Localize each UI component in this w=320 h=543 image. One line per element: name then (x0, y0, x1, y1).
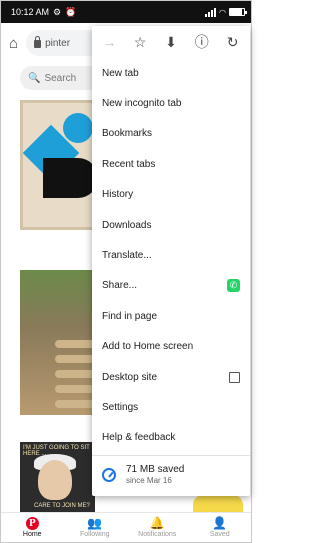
menu-icon-row: → ☆ ⬇ ⓘ ↻ (92, 26, 250, 58)
step-shape (55, 400, 95, 408)
info-icon[interactable]: ⓘ (190, 32, 214, 52)
data-saved-since: since Mar 16 (126, 476, 172, 486)
menu-item-share[interactable]: Share... ✆ (92, 271, 250, 301)
star-icon[interactable]: ☆ (128, 34, 152, 51)
person-icon: 👤 (212, 516, 228, 530)
alarm-icon: ⏰ (65, 6, 77, 17)
menu-item-new-incognito-tab[interactable]: New incognito tab (92, 88, 250, 118)
people-icon: 👥 (87, 516, 103, 530)
art-shape (63, 113, 92, 143)
menu-item-label: Translate... (102, 250, 152, 262)
battery-icon (229, 8, 247, 16)
menu-item-label: Desktop site (102, 371, 158, 383)
meme-caption: CARE TO JOIN ME? (34, 503, 90, 509)
home-icon[interactable]: ⌂ (9, 35, 18, 52)
menu-item-bookmarks[interactable]: Bookmarks (92, 119, 250, 149)
menu-item-settings[interactable]: Settings (92, 392, 250, 422)
art-shape (43, 158, 92, 198)
nav-following[interactable]: 👥 Following (67, 516, 122, 539)
menu-item-label: Help & feedback (102, 432, 176, 444)
menu-item-label: Recent tabs (102, 158, 156, 170)
menu-item-label: Share... (102, 280, 138, 292)
pin-abstract-art[interactable] (20, 100, 95, 230)
nav-label: Home (22, 531, 42, 538)
bell-icon: 🔔 (149, 516, 165, 530)
menu-item-label: Add to Home screen (102, 341, 194, 353)
menu-item-find-in-page[interactable]: Find in page (92, 301, 250, 331)
menu-item-label: Settings (102, 401, 139, 413)
menu-divider (92, 455, 250, 457)
step-shape (55, 355, 95, 363)
nav-saved[interactable]: 👤 Saved (192, 516, 247, 539)
wifi-icon: ◠ (219, 7, 226, 17)
search-placeholder: Search (44, 72, 77, 84)
refresh-icon[interactable]: ↻ (221, 34, 245, 51)
menu-item-label: Downloads (102, 219, 152, 231)
chrome-overflow-menu: → ☆ ⬇ ⓘ ↻ New tab New incognito tab Book… (92, 26, 250, 496)
bottom-nav: P Home 👥 Following 🔔 Notifications 👤 Sav… (1, 512, 251, 542)
menu-item-label: Bookmarks (102, 128, 153, 140)
pin-meme[interactable]: I'M JUST GOING TO SIT HERE ... CARE TO J… (20, 442, 95, 512)
cell-signal-icon (205, 7, 217, 17)
menu-item-label: Find in page (102, 310, 158, 322)
menu-item-translate[interactable]: Translate... (92, 240, 250, 270)
nav-label: Following (79, 531, 110, 538)
download-icon[interactable]: ⬇ (159, 34, 183, 51)
desktop-site-checkbox[interactable] (229, 371, 240, 383)
nav-home[interactable]: P Home (5, 517, 60, 538)
nav-label: Saved (209, 531, 230, 538)
forward-icon[interactable]: → (97, 34, 121, 50)
step-shape (55, 370, 95, 378)
whatsapp-icon[interactable]: ✆ (227, 279, 240, 293)
nav-notifications[interactable]: 🔔 Notifications (130, 516, 185, 539)
data-saver-gauge-icon (102, 467, 116, 482)
menu-item-new-tab[interactable]: New tab (92, 58, 250, 88)
meme-face (38, 460, 72, 500)
nav-label: Notifications (138, 531, 177, 538)
menu-item-label: New incognito tab (102, 98, 182, 110)
url-text: pinter (45, 37, 71, 49)
step-shape (55, 340, 95, 348)
pinterest-logo-icon: P (25, 517, 39, 530)
menu-item-recent-tabs[interactable]: Recent tabs (92, 149, 250, 179)
pin-stone-steps[interactable] (20, 270, 95, 415)
menu-item-desktop-site[interactable]: Desktop site (92, 362, 250, 392)
settings-gear-icon: ⚙ (53, 6, 62, 17)
lock-icon (34, 36, 42, 48)
menu-item-label: History (102, 189, 134, 201)
menu-item-downloads[interactable]: Downloads (92, 210, 250, 240)
menu-item-add-to-home-screen[interactable]: Add to Home screen (92, 332, 250, 362)
menu-item-history[interactable]: History (92, 180, 250, 210)
step-shape (55, 385, 95, 393)
data-saved-amount: 71 MB saved (126, 464, 185, 476)
menu-item-label: New tab (102, 67, 139, 79)
status-bar: 10:12 AM ⚙ ⏰ ◠ (1, 1, 251, 23)
status-time: 10:12 AM (11, 7, 50, 17)
data-saver-summary[interactable]: 71 MB saved since Mar 16 (92, 458, 250, 491)
search-icon: 🔍 (28, 72, 41, 84)
menu-item-help-feedback[interactable]: Help & feedback (92, 423, 250, 453)
